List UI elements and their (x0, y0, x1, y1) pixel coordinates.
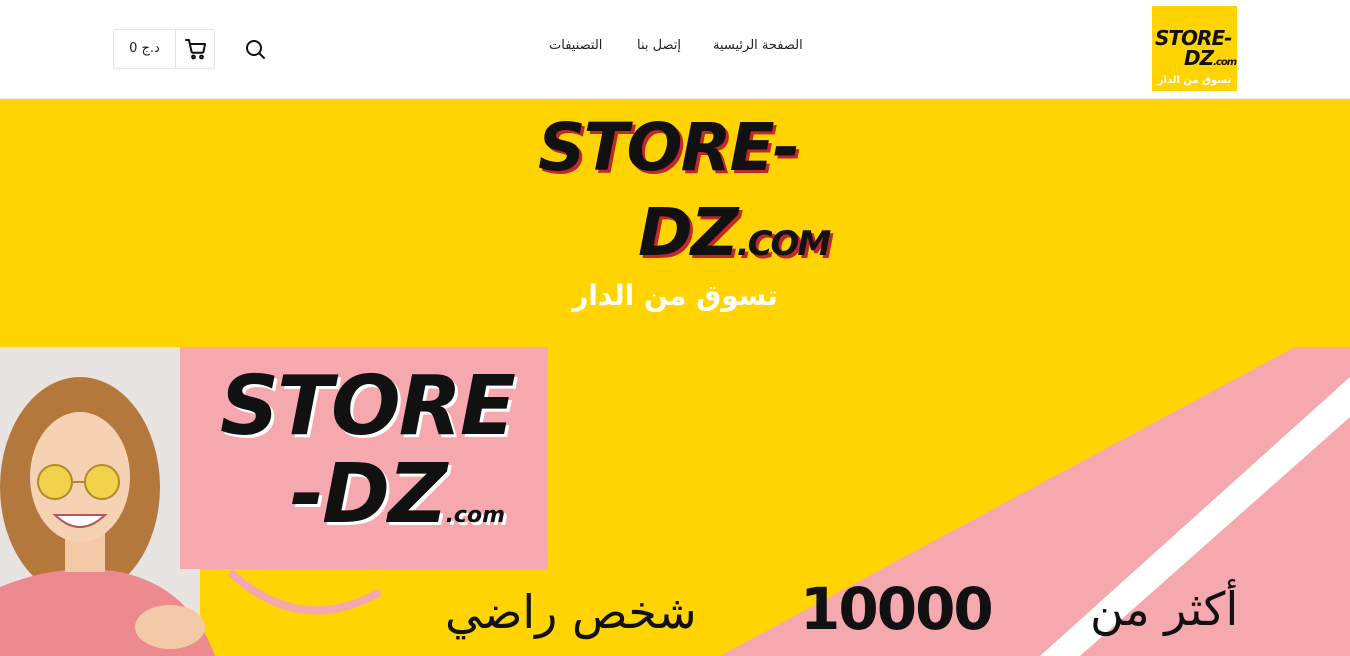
banner-sign-line1: STORE (220, 359, 516, 454)
hero-section: STORE- DZ.COM تسوق من الدار (0, 99, 1350, 347)
site-header: STORE- DZ.com تسوق من الدار الصفحة الرئي… (0, 0, 1350, 99)
promo-banner[interactable]: STORE -DZ.com أكثر من 10000 شخص راضي (0, 347, 1350, 656)
logo-line2: DZ.com (1184, 46, 1237, 70)
cart-icon (185, 39, 206, 60)
search-button[interactable] (243, 37, 267, 61)
hero-logo-line2: DZ.COM (638, 194, 831, 271)
promo-prefix: أكثر من (1090, 582, 1239, 636)
model-photo (0, 377, 215, 656)
logo-tagline: تسوق من الدار (1157, 75, 1232, 86)
banner-sign-line2: -DZ.com (290, 447, 505, 542)
nav-categories[interactable]: التصنيفات (549, 38, 602, 53)
cart-button[interactable]: 0 د.ج (113, 29, 215, 69)
site-logo[interactable]: STORE- DZ.com تسوق من الدار (1152, 6, 1237, 91)
page: STORE- DZ.com تسوق من الدار الصفحة الرئي… (0, 0, 1350, 656)
promo-suffix: شخص راضي (445, 585, 697, 639)
cart-total: 0 د.ج (129, 41, 160, 56)
promo-number: 10000 (800, 575, 994, 643)
banner-sign: STORE -DZ.com (180, 347, 548, 569)
hero-logo-line1: STORE- (538, 109, 800, 186)
cart-divider (175, 30, 176, 68)
search-icon (246, 40, 265, 59)
hero-tagline: تسوق من الدار (572, 279, 778, 312)
nav-home[interactable]: الصفحة الرئيسية (713, 38, 803, 53)
nav-contact[interactable]: إتصل بنا (637, 38, 681, 53)
